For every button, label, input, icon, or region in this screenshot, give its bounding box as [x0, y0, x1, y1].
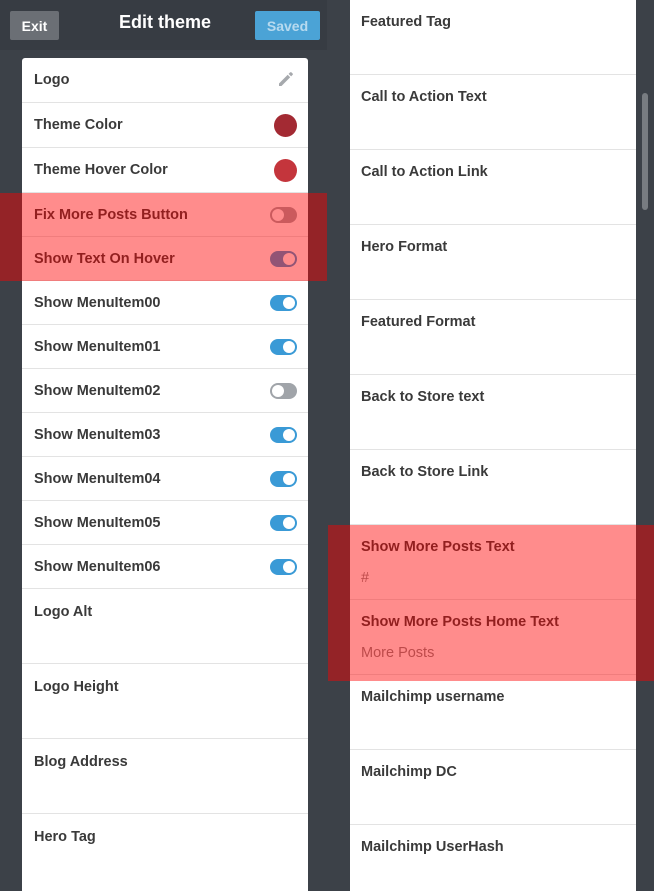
text-setting-row[interactable]: Call to Action Link [350, 150, 636, 225]
setting-label: Blog Address [34, 754, 128, 770]
text-setting-row[interactable]: Call to Action Text [350, 75, 636, 150]
toggle-row[interactable]: Show MenuItem00 [22, 281, 308, 325]
text-setting-row[interactable]: Back to Store text [350, 375, 636, 450]
toggle-switch[interactable] [270, 559, 297, 575]
setting-label: Logo Alt [34, 604, 93, 620]
exit-button[interactable]: Exit [10, 11, 59, 40]
setting-label: Show MenuItem05 [34, 515, 161, 531]
color-swatch[interactable] [274, 114, 297, 137]
setting-label: Mailchimp UserHash [361, 839, 504, 855]
toggle-row[interactable]: Show MenuItem03 [22, 413, 308, 457]
toggle-knob [272, 209, 284, 221]
setting-value[interactable]: # [361, 570, 369, 586]
color-swatch[interactable] [274, 159, 297, 182]
settings-list-right: Featured Tag Call to Action Text Call to A… [350, 0, 636, 891]
setting-label: Show MenuItem00 [34, 295, 161, 311]
text-setting-row[interactable]: Mailchimp UserHash [350, 825, 636, 891]
toggle-switch[interactable] [270, 471, 297, 487]
text-setting-row[interactable]: Show More Posts Home Text More Posts [350, 600, 636, 675]
settings-panel-right: Featured Tag Call to Action Text Call to A… [328, 0, 654, 891]
toggle-knob [283, 297, 295, 309]
toggle-row[interactable]: Fix More Posts Button [22, 193, 308, 237]
setting-value[interactable]: More Posts [361, 645, 434, 661]
setting-label: Hero Format [361, 239, 448, 255]
setting-label: Back to Store Link [361, 464, 489, 480]
setting-label: Mailchimp DC [361, 764, 457, 780]
setting-label: Theme Hover Color [34, 162, 168, 178]
setting-label: Show MenuItem01 [34, 339, 161, 355]
setting-label: Show More Posts Text [361, 539, 515, 555]
setting-row-theme-color[interactable]: Theme Color [22, 103, 308, 148]
setting-label: Back to Store text [361, 389, 485, 405]
setting-label: Show Text On Hover [34, 251, 175, 267]
setting-label: Mailchimp username [361, 689, 505, 705]
toggle-switch[interactable] [270, 515, 297, 531]
pencil-icon[interactable] [276, 69, 296, 89]
toggle-switch[interactable] [270, 427, 297, 443]
scrollbar-thumb[interactable] [642, 93, 648, 210]
setting-label: Show MenuItem02 [34, 383, 161, 399]
toggle-knob [283, 517, 295, 529]
toggle-row[interactable]: Show MenuItem04 [22, 457, 308, 501]
setting-label: Show MenuItem03 [34, 427, 161, 443]
text-setting-row[interactable]: Mailchimp username [350, 675, 636, 750]
setting-label: Fix More Posts Button [34, 207, 188, 223]
toggle-knob [283, 341, 295, 353]
toggle-row[interactable]: Show Text On Hover [22, 237, 308, 281]
panel-header: Exit Edit theme Saved [0, 0, 327, 50]
setting-row-blog-address[interactable]: Blog Address [22, 739, 308, 814]
toggle-knob [272, 385, 284, 397]
toggle-knob [283, 429, 295, 441]
toggle-knob [283, 473, 295, 485]
toggle-switch[interactable] [270, 207, 297, 223]
setting-label: Logo [34, 72, 70, 88]
page-title: Edit theme [118, 12, 211, 32]
setting-label: Show MenuItem06 [34, 559, 161, 575]
toggle-switch[interactable] [270, 251, 297, 267]
toggle-switch[interactable] [270, 339, 297, 355]
edit-theme-panel: Exit Edit theme Saved Logo Theme Color T… [0, 0, 327, 891]
text-setting-row[interactable]: Mailchimp DC [350, 750, 636, 825]
toggle-switch[interactable] [270, 295, 297, 311]
text-setting-row[interactable]: Show More Posts Text # [350, 525, 636, 600]
text-setting-row[interactable]: Featured Tag [350, 0, 636, 75]
setting-row-hero-tag[interactable]: Hero Tag [22, 814, 308, 891]
setting-label: Logo Height [34, 679, 119, 695]
saved-button[interactable]: Saved [255, 11, 320, 40]
toggle-switch[interactable] [270, 383, 297, 399]
setting-label: Show More Posts Home Text [361, 614, 559, 630]
setting-row-logo-height[interactable]: Logo Height [22, 664, 308, 739]
setting-label: Call to Action Text [361, 89, 487, 105]
toggle-row[interactable]: Show MenuItem06 [22, 545, 308, 589]
setting-row-logo[interactable]: Logo [22, 58, 308, 103]
text-setting-row[interactable]: Back to Store Link [350, 450, 636, 525]
settings-list: Logo Theme Color Theme Hover Color Fix M… [22, 58, 308, 891]
toggle-row[interactable]: Show MenuItem05 [22, 501, 308, 545]
text-setting-row[interactable]: Featured Format [350, 300, 636, 375]
setting-label: Show MenuItem04 [34, 471, 161, 487]
toggle-knob [283, 253, 295, 265]
setting-label: Featured Format [361, 314, 476, 330]
toggle-row[interactable]: Show MenuItem01 [22, 325, 308, 369]
setting-label: Featured Tag [361, 14, 451, 30]
setting-label: Theme Color [34, 117, 123, 133]
setting-row-theme-hover-color[interactable]: Theme Hover Color [22, 148, 308, 193]
setting-label: Call to Action Link [361, 164, 488, 180]
text-setting-row[interactable]: Hero Format [350, 225, 636, 300]
toggle-row[interactable]: Show MenuItem02 [22, 369, 308, 413]
setting-row-logo-alt[interactable]: Logo Alt [22, 589, 308, 664]
toggle-knob [283, 561, 295, 573]
setting-label: Hero Tag [34, 829, 96, 845]
